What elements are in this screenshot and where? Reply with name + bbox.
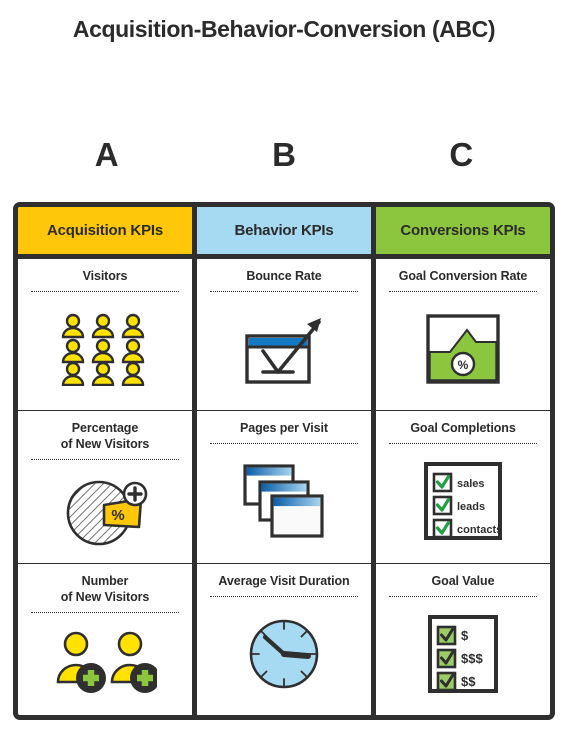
column-body-acquisition: Visitors Percentage of New Visitors % Nu… xyxy=(18,259,192,715)
kpi-bounce-rate[interactable]: Bounce Rate xyxy=(197,259,371,410)
kpi-label-average-visit-duration: Average Visit Duration xyxy=(218,573,350,588)
column-header-acquisition: Acquisition KPIs xyxy=(18,207,192,259)
column-header-behavior: Behavior KPIs xyxy=(197,207,371,259)
page-title: Acquisition-Behavior-Conversion (ABC) xyxy=(72,16,496,42)
kpi-goal-conversion-rate[interactable]: Goal Conversion Rate % xyxy=(376,259,550,410)
kpi-goal-completions[interactable]: Goal Completions sales leads contacts xyxy=(376,410,550,562)
kpi-pages-per-visit[interactable]: Pages per Visit xyxy=(197,410,371,562)
kpi-label-goal-completions: Goal Completions xyxy=(410,421,516,436)
kpi-percentage-new-visitors[interactable]: Percentage of New Visitors % xyxy=(18,410,192,562)
kpi-table: Acquisition KPIs Visitors Percentage of … xyxy=(13,202,555,720)
new-visitors-icon xyxy=(24,613,186,715)
checklist-label: $ xyxy=(461,628,469,643)
kpi-label-goal-conversion-rate: Goal Conversion Rate xyxy=(398,269,528,283)
clock-icon xyxy=(203,597,365,715)
checklist-label: $$ xyxy=(461,674,476,689)
stacked-windows-icon xyxy=(203,444,365,562)
column-letters: A B C xyxy=(18,138,550,171)
kpi-label-visitors: Visitors xyxy=(82,269,128,283)
kpi-average-visit-duration[interactable]: Average Visit Duration xyxy=(197,562,371,715)
percent-symbol: % xyxy=(458,358,469,372)
people-grid-icon xyxy=(24,292,186,410)
goal-value-checklist-icon: $ $$$ $$ xyxy=(382,597,544,715)
checklist-label: contacts xyxy=(457,524,502,536)
kpi-label-number-new-visitors: Number of New Visitors xyxy=(60,573,150,604)
area-chart-percent-icon: % xyxy=(382,292,544,410)
kpi-label-pages-per-visit: Pages per Visit xyxy=(240,421,328,436)
column-acquisition: Acquisition KPIs Visitors Percentage of … xyxy=(18,207,192,715)
kpi-number-new-visitors[interactable]: Number of New Visitors xyxy=(18,562,192,715)
kpi-label-goal-value: Goal Value xyxy=(431,573,495,588)
checklist-label: sales xyxy=(457,478,485,490)
column-behavior: Behavior KPIs Bounce Rate Pages per Visi… xyxy=(192,207,371,715)
letter-b: B xyxy=(272,136,296,173)
abc-framework-infographic: Acquisition-Behavior-Conversion (ABC) A … xyxy=(0,0,568,743)
letter-a: A xyxy=(94,136,119,173)
column-body-conversions: Goal Conversion Rate % Goal Completions xyxy=(376,259,550,715)
bounce-arrow-window-icon xyxy=(203,292,365,410)
kpi-label-percentage-new-visitors: Percentage of New Visitors xyxy=(60,421,150,452)
goal-checklist-icon: sales leads contacts xyxy=(382,444,544,562)
checklist-label: leads xyxy=(457,501,485,513)
letter-c: C xyxy=(449,136,474,173)
percent-symbol: % xyxy=(111,507,124,524)
column-header-conversions: Conversions KPIs xyxy=(376,207,550,259)
column-body-behavior: Bounce Rate Pages per Visit Average Visi… xyxy=(197,259,371,715)
checklist-label: $$$ xyxy=(461,651,483,666)
kpi-label-bounce-rate: Bounce Rate xyxy=(246,269,322,283)
kpi-goal-value[interactable]: Goal Value $ $$$ $$ xyxy=(376,562,550,715)
column-conversions: Conversions KPIs Goal Conversion Rate % xyxy=(371,207,550,715)
pie-chart-percent-icon: % xyxy=(24,460,186,562)
kpi-visitors[interactable]: Visitors xyxy=(18,259,192,410)
